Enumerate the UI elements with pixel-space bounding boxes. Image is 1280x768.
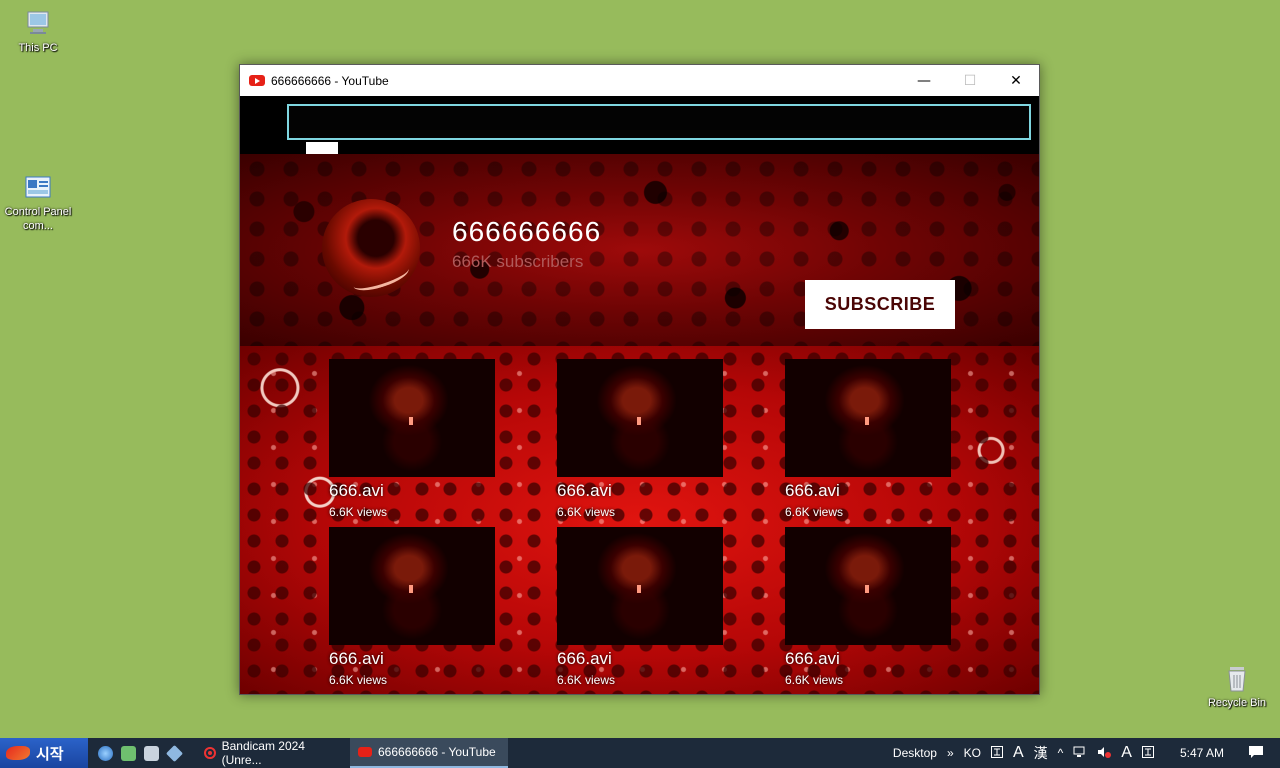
desktop-icon-control-panel[interactable]: Control Panel com...: [0, 172, 76, 233]
clock[interactable]: 5:47 AM: [1180, 746, 1224, 760]
video-views: 6.6K views: [785, 673, 844, 687]
language-indicator[interactable]: KO: [964, 746, 981, 760]
search-bar[interactable]: [287, 104, 1031, 140]
video-title[interactable]: 666.avi: [785, 649, 975, 669]
record-icon: [204, 747, 216, 759]
system-tray: Desktop » KO A 漢 ^ A 5:47 AM: [883, 738, 1280, 768]
start-logo-icon: [6, 746, 30, 760]
video-title[interactable]: 666.avi: [329, 649, 519, 669]
video-title[interactable]: 666.avi: [785, 481, 975, 501]
ime-mode-icon-2[interactable]: [1141, 745, 1154, 761]
mail-icon[interactable]: [121, 745, 136, 761]
computer-icon: [23, 8, 53, 38]
browser-icon[interactable]: [98, 745, 113, 761]
video-thumbnail[interactable]: [785, 527, 951, 645]
channel-banner: 666666666 666K subscribers SUBSCRIBE: [240, 154, 1039, 346]
video-views: 6.6K views: [329, 673, 388, 687]
video-title[interactable]: 666.avi: [329, 481, 519, 501]
desktop-icon-recycle-bin[interactable]: Recycle Bin: [1199, 663, 1275, 710]
ime-mode-icon[interactable]: [990, 745, 1003, 761]
video-title[interactable]: 666.avi: [557, 481, 747, 501]
taskbar-item-label: 666666666 - YouTube: [378, 745, 496, 759]
control-panel-icon: [23, 172, 53, 202]
video-card[interactable]: 666.avi 6.6K views: [785, 359, 975, 519]
ime-hanja-icon[interactable]: 漢: [1034, 743, 1048, 763]
video-views: 6.6K views: [557, 505, 616, 519]
channel-name: 666666666: [452, 216, 602, 247]
youtube-window: 666666666 - YouTube — ☐ ✕ 666666666 666K…: [239, 64, 1040, 695]
start-label: 시작: [36, 744, 64, 763]
video-views: 6.6K views: [557, 673, 616, 687]
video-thumbnail[interactable]: [557, 359, 723, 477]
youtube-icon: [358, 747, 372, 757]
channel-avatar[interactable]: [322, 199, 420, 297]
desktop-icon-label: Control Panel com...: [4, 206, 72, 232]
quick-launch: [98, 744, 183, 762]
video-card[interactable]: 666.avi 6.6K views: [557, 359, 747, 519]
recycle-bin-icon: [1222, 663, 1252, 693]
desktop-icon-label: Recycle Bin: [1207, 697, 1267, 709]
ime-alpha-icon-2[interactable]: A: [1121, 744, 1132, 762]
video-thumbnail[interactable]: [785, 359, 951, 477]
maximize-button[interactable]: ☐: [947, 65, 993, 96]
page-content: 666666666 666K subscribers SUBSCRIBE 666…: [240, 96, 1039, 694]
cube-icon[interactable]: [166, 744, 183, 762]
desktop-toolbar-label[interactable]: Desktop: [893, 746, 937, 760]
video-thumbnail[interactable]: [557, 527, 723, 645]
taskbar-item-bandicam[interactable]: Bandicam 2024 (Unre...: [196, 738, 350, 768]
video-thumbnail[interactable]: [329, 527, 495, 645]
subscribe-button[interactable]: SUBSCRIBE: [805, 280, 955, 329]
taskbar-item-label: Bandicam 2024 (Unre...: [221, 739, 305, 767]
ime-alpha-icon[interactable]: A: [1013, 744, 1024, 762]
desktop-icon-label: This PC: [18, 42, 58, 54]
subscriber-count: 666K subscribers: [452, 252, 584, 271]
video-card[interactable]: 666.avi 6.6K views: [557, 527, 747, 687]
video-title[interactable]: 666.avi: [557, 649, 747, 669]
window-icon[interactable]: [144, 745, 159, 761]
toolbar-chevron-icon[interactable]: »: [947, 746, 954, 760]
video-thumbnail[interactable]: [329, 359, 495, 477]
network-icon[interactable]: [1073, 746, 1087, 761]
video-card[interactable]: 666.avi 6.6K views: [329, 359, 519, 519]
show-hidden-icons-button[interactable]: ^: [1058, 746, 1064, 760]
video-card[interactable]: 666.avi 6.6K views: [329, 527, 519, 687]
video-views: 6.6K views: [785, 505, 844, 519]
taskbar: 시작 Bandicam 2024 (Unre... 666666666 - Yo…: [0, 738, 1280, 768]
youtube-icon: [249, 75, 265, 86]
close-button[interactable]: ✕: [993, 65, 1039, 96]
video-card[interactable]: 666.avi 6.6K views: [785, 527, 975, 687]
start-button[interactable]: 시작: [0, 738, 88, 768]
window-title: 666666666 - YouTube: [271, 73, 389, 88]
volume-muted-icon[interactable]: [1097, 746, 1112, 761]
desktop-icon-this-pc[interactable]: This PC: [0, 8, 76, 55]
window-titlebar[interactable]: 666666666 - YouTube — ☐ ✕: [240, 65, 1039, 96]
minimize-button[interactable]: —: [901, 65, 947, 96]
video-views: 6.6K views: [329, 505, 388, 519]
taskbar-item-youtube[interactable]: 666666666 - YouTube: [350, 738, 508, 768]
notifications-icon[interactable]: [1248, 745, 1264, 762]
